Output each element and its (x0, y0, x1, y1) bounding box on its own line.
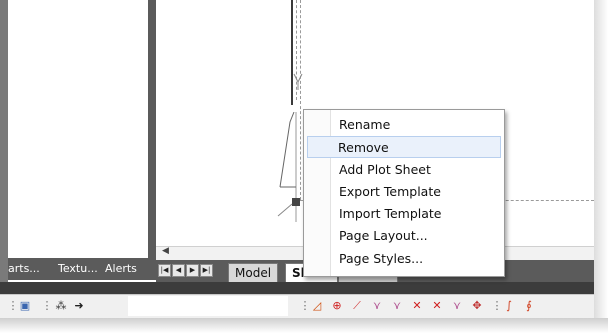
menu-item-remove[interactable]: Remove (307, 136, 501, 158)
menu-item-add-plot-sheet[interactable]: Add Plot Sheet (308, 159, 500, 180)
snap-grid-icon[interactable]: ⁂ (54, 299, 68, 313)
left-border-strip (0, 0, 8, 318)
status-strip (0, 282, 594, 294)
extension-snap-icon[interactable]: ⋎ (450, 299, 464, 313)
panel-tab-textures[interactable]: Textu... (58, 262, 98, 275)
tab-model[interactable]: Model (228, 263, 279, 283)
curve-icon[interactable]: ∮ (522, 299, 536, 313)
gear-snap-icon[interactable]: ✥ (470, 299, 484, 313)
next-sheet-button[interactable]: ▶ (186, 264, 199, 277)
prev-sheet-button[interactable]: ◀ (172, 264, 185, 277)
menu-item-page-styles[interactable]: Page Styles... (308, 248, 500, 269)
sheet-context-menu: Rename Remove Add Plot Sheet Export Temp… (303, 109, 505, 277)
y-axis-marker-icon (293, 73, 303, 90)
panel-tab-parts[interactable]: arts... (8, 262, 40, 275)
side-panel (8, 0, 149, 258)
circle-center-snap-icon[interactable]: ⊕ (330, 299, 344, 313)
application-window: ◀ arts... Textu... Alerts |◀ ◀ ▶ ▶| Mode… (0, 0, 594, 318)
perpendicular-snap-icon[interactable]: ⋎ (390, 299, 404, 313)
scroll-left-arrow-icon[interactable]: ◀ (162, 246, 169, 256)
menu-item-page-layout[interactable]: Page Layout... (308, 225, 500, 246)
menu-item-label: Rename (339, 117, 391, 132)
menu-item-export-template[interactable]: Export Template (308, 181, 500, 202)
window-shadow-right (592, 0, 608, 333)
first-sheet-button[interactable]: |◀ (158, 264, 171, 277)
layer-icon[interactable]: ▣ (18, 299, 32, 313)
angle-snap-icon[interactable]: ⋎ (370, 299, 384, 313)
apparent-intersection-icon[interactable]: ✕ (430, 299, 444, 313)
panel-tab-alerts[interactable]: Alerts (105, 262, 137, 275)
dimension-icon[interactable]: ◿ (310, 299, 324, 313)
arrow-right-icon[interactable]: ➜ (72, 299, 86, 313)
menu-item-label: Import Template (339, 206, 442, 221)
menu-item-rename[interactable]: Rename (308, 114, 500, 135)
menu-item-label: Remove (338, 140, 389, 155)
command-input-area[interactable] (128, 296, 288, 316)
ucs-icon (277, 112, 300, 222)
intersection-snap-icon[interactable]: ✕ (410, 299, 424, 313)
window-shadow-bottom (0, 318, 608, 333)
menu-item-label: Add Plot Sheet (339, 162, 431, 177)
last-sheet-button[interactable]: ▶| (200, 264, 213, 277)
menu-item-label: Page Layout... (339, 228, 428, 243)
separator-icon: ⋮ (41, 299, 53, 312)
menu-item-label: Page Styles... (339, 251, 424, 266)
menu-item-label: Export Template (339, 184, 441, 199)
spline-icon[interactable]: ∫ (502, 299, 516, 313)
line-snap-icon[interactable]: ⟋ (350, 299, 364, 313)
pane-splitter[interactable] (148, 0, 156, 258)
menu-item-import-template[interactable]: Import Template (308, 203, 500, 224)
